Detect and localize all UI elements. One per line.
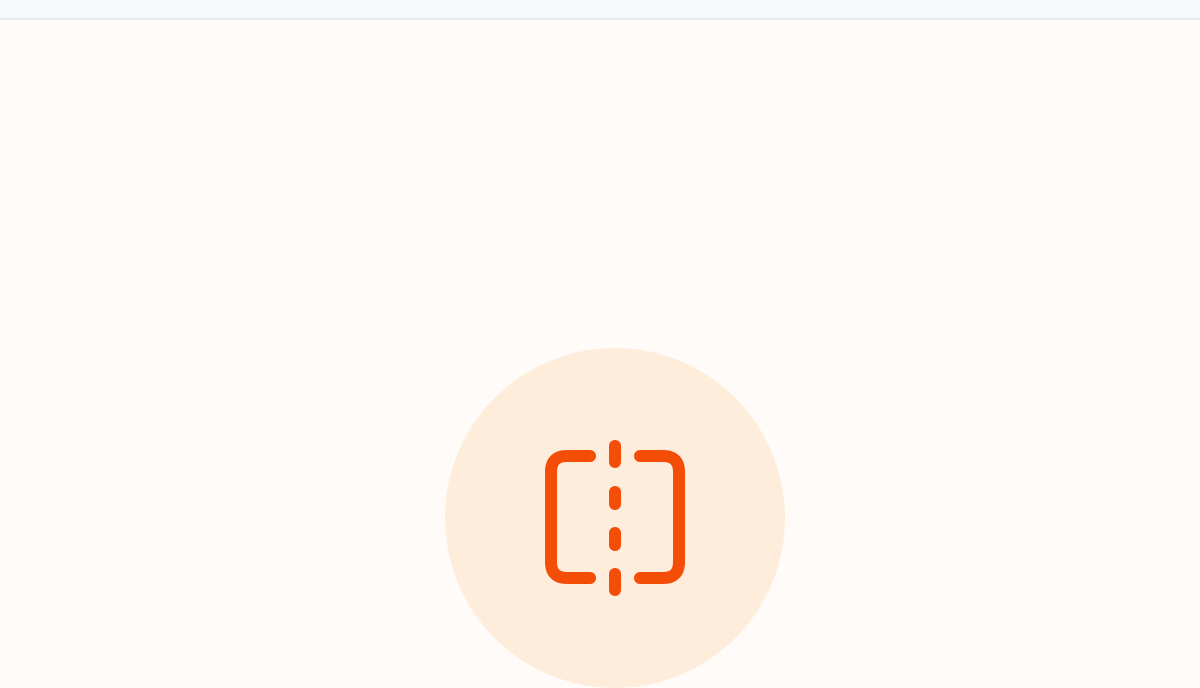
split-view-icon [545, 440, 685, 596]
top-bar [0, 0, 1200, 20]
